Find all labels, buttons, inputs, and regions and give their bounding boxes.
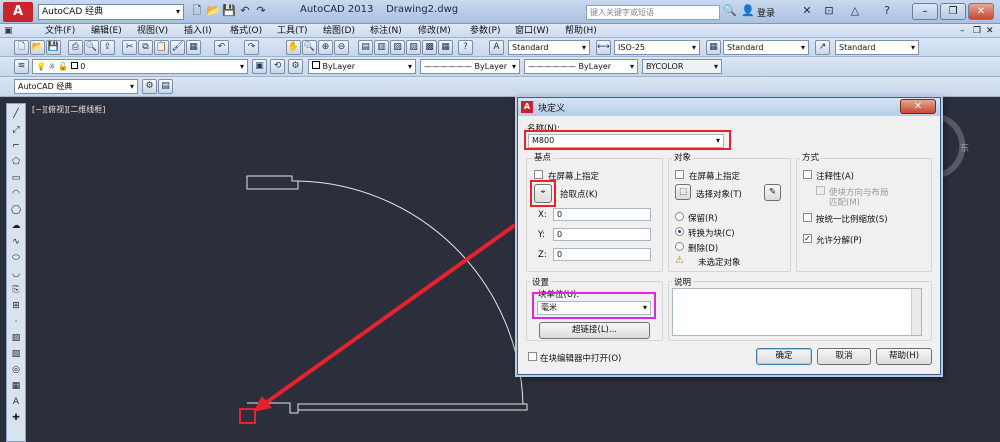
retain-label: 保留(R) [688,214,718,224]
insert-block-icon[interactable]: ⎘ [8,283,24,297]
arc-icon[interactable]: ◠ [8,187,24,201]
make-block-icon[interactable]: ⊞ [8,299,24,313]
draw-toolbar: ╱ ⤢ ⌐ ⬠ ▭ ◠ ◯ ☁ ∿ ⬭ ◡ ⎘ ⊞ · ▨ ▧ ◎ ▦ A ✚ [6,103,26,442]
annotative-label: 注释性(A) [816,172,854,182]
cancel-button[interactable]: 取消 [817,348,871,365]
polygon-icon[interactable]: ⬠ [8,155,24,169]
door-drawing [246,175,528,414]
revcloud-icon[interactable]: ☁ [8,219,24,233]
rectangle-icon[interactable]: ▭ [8,171,24,185]
block-definition-dialog: A 块定义 ✕ 名称(N): M800 ▾ 基点 在屏幕上指定 ⌖ 拾取点(K)… [517,97,941,375]
pointer-arrow-line [258,223,517,409]
convert-to-block-radio[interactable] [675,227,684,236]
warning-icon: ⚠ [675,255,684,266]
base-point-title: 基点 [532,151,554,163]
dialog-close-button[interactable]: ✕ [900,99,936,114]
y-label: Y: [538,230,545,240]
match-orientation-label-2: 匹配(M) [829,198,860,208]
select-objects-button[interactable]: ⬚ [675,184,691,200]
allow-explode-label: 允许分解(P) [816,236,862,246]
scale-uniformly-checkbox[interactable] [803,213,812,222]
circle-icon[interactable]: ◯ [8,203,24,217]
select-objects-icon: ⬚ [678,187,688,197]
description-textarea[interactable] [672,288,922,336]
pick-point-highlight [530,180,556,207]
match-orientation-checkbox[interactable] [816,186,825,195]
open-in-editor-label: 在块编辑器中打开(O) [540,354,622,364]
ellipse-icon[interactable]: ⬭ [8,251,24,265]
add-selected-icon[interactable]: ✚ [8,411,24,425]
behavior-title: 方式 [800,151,822,163]
retain-radio[interactable] [675,212,684,221]
no-objects-warning: 未选定对象 [698,258,741,268]
line-tool-icon[interactable]: ╱ [8,107,24,121]
scale-uniformly-label: 按统一比例缩放(S) [816,215,888,225]
ok-button[interactable]: 确定 [756,348,812,365]
help-button[interactable]: 帮助(H) [876,348,932,365]
delete-radio[interactable] [675,242,684,251]
objects-on-screen-checkbox[interactable] [675,170,684,179]
quick-select-icon: ✎ [768,187,777,197]
hyperlink-button[interactable]: 超链接(L)... [539,322,650,339]
allow-explode-checkbox[interactable]: ✓ [803,234,812,243]
door-frame-bottom [247,402,528,414]
description-scrollbar[interactable] [911,289,921,335]
compass-east-label: 东 [960,144,970,154]
ellipse-arc-icon[interactable]: ◡ [8,267,24,281]
mtext-icon[interactable]: A [8,395,24,409]
door-leaf [246,175,299,190]
pick-point-label: 拾取点(K) [560,190,598,200]
objects-title: 对象 [672,151,694,163]
name-highlight [524,130,731,150]
spline-icon[interactable]: ∿ [8,235,24,249]
hatch-icon[interactable]: ▨ [8,331,24,345]
base-on-screen-checkbox[interactable] [534,170,543,179]
z-label: Z: [538,250,547,260]
description-title: 说明 [672,276,694,288]
block-unit-highlight [532,292,656,319]
door-swing-arc [297,180,524,405]
dialog-app-icon: A [521,101,533,113]
select-objects-label: 选择对象(T) [696,190,742,200]
construction-line-icon[interactable]: ⤢ [8,123,24,137]
annotative-checkbox[interactable] [803,170,812,179]
open-in-editor-checkbox[interactable] [528,352,537,361]
quick-select-button[interactable]: ✎ [764,184,781,201]
objects-on-screen-label: 在屏幕上指定 [689,172,741,182]
region-icon[interactable]: ◎ [8,363,24,377]
polyline-icon[interactable]: ⌐ [8,139,24,153]
gradient-icon[interactable]: ▧ [8,347,24,361]
x-input[interactable]: 0 [553,208,651,221]
dialog-titlebar[interactable]: A 块定义 ✕ [518,98,940,116]
viewcube-ring [939,114,966,178]
y-input[interactable]: 0 [553,228,651,241]
x-label: X: [538,210,547,220]
dialog-title: 块定义 [538,104,566,114]
table-icon[interactable]: ▦ [8,379,24,393]
point-icon[interactable]: · [8,315,24,329]
z-input[interactable]: 0 [553,248,651,261]
convert-to-block-label: 转换为块(C) [688,229,735,239]
delete-label: 删除(D) [688,244,719,254]
base-point-highlight [239,408,256,424]
settings-title: 设置 [530,276,552,288]
